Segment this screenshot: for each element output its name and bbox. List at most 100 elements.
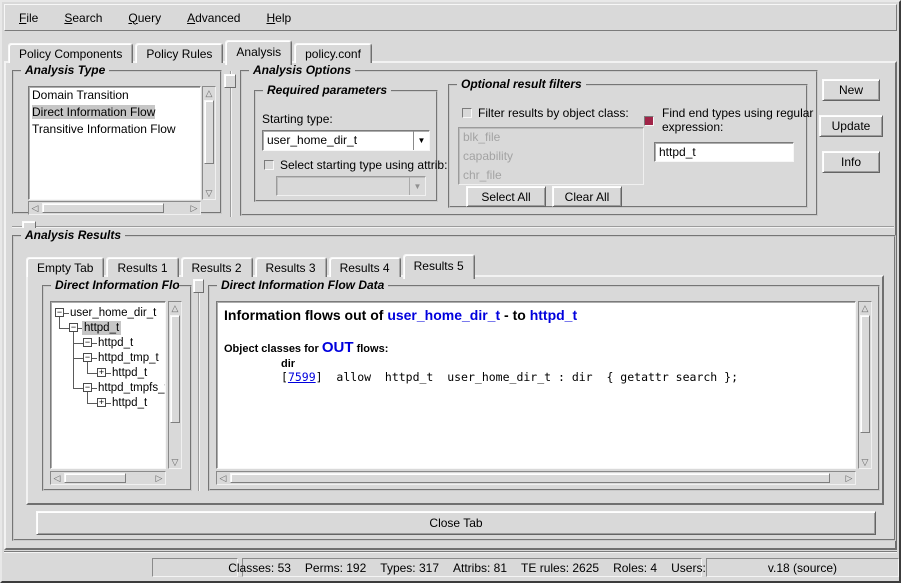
- stat-classes: Classes: 53: [228, 561, 291, 575]
- scroll-up-icon[interactable]: △: [203, 87, 215, 99]
- dropdown-arrow-icon[interactable]: ▼: [413, 131, 429, 150]
- scrollbar-thumb[interactable]: [204, 100, 214, 164]
- data-hscrollbar[interactable]: ◁ ▷: [216, 471, 856, 485]
- starting-type-combobox[interactable]: user_home_dir_t ▼: [262, 130, 430, 151]
- flow-heading: Information flows out of user_home_dir_t…: [224, 307, 848, 323]
- scroll-right-icon[interactable]: ▷: [153, 472, 165, 484]
- tab-policy-rules[interactable]: Policy Rules: [135, 43, 223, 63]
- vertical-sash-handle[interactable]: [224, 74, 236, 88]
- filter-object-class-checkbox[interactable]: [462, 108, 472, 118]
- close-tab-button[interactable]: Close Tab: [36, 511, 876, 535]
- scroll-down-icon[interactable]: ▽: [169, 456, 181, 468]
- tab-results-4[interactable]: Results 4: [329, 257, 401, 277]
- tree-expand-icon[interactable]: +: [97, 368, 106, 377]
- allow-rule-line: [7599] allow httpd_t user_home_dir_t : d…: [281, 370, 848, 384]
- list-item: blk_file: [459, 128, 643, 147]
- scrollbar-thumb[interactable]: [170, 315, 180, 423]
- scroll-up-icon[interactable]: △: [859, 302, 871, 314]
- menu-bar: File Search Query Advanced Help: [4, 4, 897, 31]
- analysis-type-hscrollbar[interactable]: ◁ ▷: [28, 201, 201, 215]
- starting-type-value: user_home_dir_t: [263, 131, 413, 150]
- analysis-results-frame: Analysis Results Empty Tab Results 1 Res…: [12, 235, 896, 541]
- flow-data-frame: Direct Information Flow Data Information…: [208, 285, 880, 491]
- tree-collapse-icon[interactable]: −: [83, 383, 92, 392]
- tree-hscrollbar[interactable]: ◁ ▷: [50, 471, 166, 485]
- analysis-type-title: Analysis Type: [21, 63, 109, 77]
- tree-collapse-icon[interactable]: −: [83, 353, 92, 362]
- update-button[interactable]: Update: [819, 115, 883, 137]
- filter-checkbox-row: Filter results by object class:: [462, 106, 629, 120]
- menu-advanced[interactable]: Advanced: [181, 9, 246, 27]
- menu-query[interactable]: Query: [122, 9, 167, 27]
- menu-search[interactable]: Search: [58, 9, 108, 27]
- tree-node[interactable]: − httpd_tmpfs_t: [51, 381, 165, 396]
- list-item[interactable]: Direct Information Flow: [29, 104, 200, 121]
- scrollbar-thumb[interactable]: [230, 473, 830, 483]
- scroll-left-icon[interactable]: ◁: [29, 202, 41, 214]
- scrollbar-thumb[interactable]: [860, 315, 870, 433]
- select-all-button[interactable]: Select All: [466, 186, 546, 207]
- scroll-left-icon[interactable]: ◁: [217, 472, 229, 484]
- apol-window: File Search Query Advanced Help Policy C…: [0, 0, 901, 583]
- optional-result-filters-title: Optional result filters: [457, 77, 586, 91]
- scroll-left-icon[interactable]: ◁: [51, 472, 63, 484]
- tree-node[interactable]: − httpd_t: [51, 336, 165, 351]
- tab-analysis[interactable]: Analysis: [225, 40, 292, 65]
- tab-policy-conf[interactable]: policy.conf: [294, 43, 372, 63]
- flow-tree-title: Direct Information Flow T: [51, 278, 179, 292]
- tree-node[interactable]: − httpd_tmp_t: [51, 351, 165, 366]
- new-button[interactable]: New: [822, 79, 880, 101]
- results-sash-line: [198, 283, 200, 491]
- attrib-combobox: ▼: [276, 176, 426, 196]
- tree-collapse-icon[interactable]: −: [55, 308, 64, 317]
- scrollbar-thumb[interactable]: [64, 473, 126, 483]
- analysis-type-vscrollbar[interactable]: △ ▽: [202, 86, 216, 200]
- rule-number-link[interactable]: 7599: [288, 370, 316, 384]
- scroll-up-icon[interactable]: △: [169, 302, 181, 314]
- list-item[interactable]: Transitive Information Flow: [29, 121, 200, 138]
- flow-data-text[interactable]: Information flows out of user_home_dir_t…: [216, 301, 856, 469]
- attrib-checkbox[interactable]: [264, 160, 274, 170]
- scroll-right-icon[interactable]: ▷: [188, 202, 200, 214]
- scroll-right-icon[interactable]: ▷: [843, 472, 855, 484]
- data-vscrollbar[interactable]: △ ▽: [858, 301, 872, 469]
- menu-file[interactable]: File: [13, 9, 44, 27]
- tab-results-3[interactable]: Results 3: [255, 257, 327, 277]
- stat-perms: Perms: 192: [305, 561, 366, 575]
- tab-results-5[interactable]: Results 5: [403, 254, 475, 279]
- tree-expand-icon[interactable]: +: [97, 398, 106, 407]
- object-classes-line: Object classes for OUT flows:: [224, 339, 848, 356]
- scroll-down-icon[interactable]: ▽: [203, 187, 215, 199]
- results-tab-page: Direct Information Flow T: [26, 275, 884, 505]
- tree-node[interactable]: + httpd_t: [51, 396, 165, 411]
- clear-all-button[interactable]: Clear All: [552, 186, 622, 207]
- results-sash-handle[interactable]: [193, 279, 204, 293]
- list-item: capability: [459, 147, 643, 166]
- tree-collapse-icon[interactable]: −: [83, 338, 92, 347]
- tab-results-1[interactable]: Results 1: [106, 257, 178, 277]
- scroll-down-icon[interactable]: ▽: [859, 456, 871, 468]
- tree-collapse-icon[interactable]: −: [69, 323, 78, 332]
- tree-vscrollbar[interactable]: △ ▽: [168, 301, 182, 469]
- attrib-value: [277, 177, 409, 195]
- object-class-list: blk_file capability chr_file: [458, 127, 644, 185]
- tree-node[interactable]: − user_home_dir_t: [51, 306, 165, 321]
- tab-results-2[interactable]: Results 2: [181, 257, 253, 277]
- flow-direction: OUT: [322, 339, 354, 356]
- flow-data-title: Direct Information Flow Data: [217, 278, 388, 292]
- tree-node[interactable]: − httpd_t: [51, 321, 165, 336]
- tab-policy-components[interactable]: Policy Components: [8, 43, 133, 63]
- stat-te-rules: TE rules: 2625: [521, 561, 599, 575]
- results-tab-bar: Empty Tab Results 1 Results 2 Results 3 …: [26, 252, 477, 277]
- list-item[interactable]: Domain Transition: [29, 87, 200, 104]
- regex-input[interactable]: [654, 142, 794, 162]
- analysis-results-title: Analysis Results: [21, 228, 125, 242]
- stat-types: Types: 317: [380, 561, 439, 575]
- menu-help[interactable]: Help: [260, 9, 297, 27]
- status-policy-version: v.18 (source): [706, 558, 899, 577]
- info-button[interactable]: Info: [822, 151, 880, 173]
- scrollbar-thumb[interactable]: [42, 203, 164, 213]
- tab-empty-tab[interactable]: Empty Tab: [26, 257, 104, 277]
- tree-node[interactable]: + httpd_t: [51, 366, 165, 381]
- regex-checkbox[interactable]: [644, 116, 654, 126]
